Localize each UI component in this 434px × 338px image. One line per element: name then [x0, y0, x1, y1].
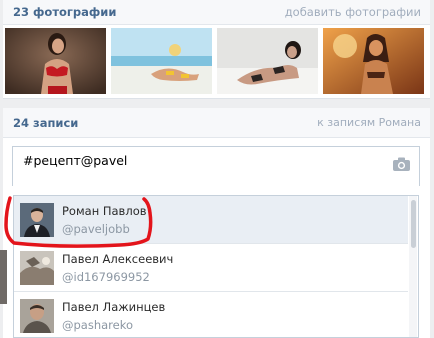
avatar: [20, 299, 54, 333]
post-input-field[interactable]: #рецепт@pavel: [12, 146, 420, 186]
camera-icon[interactable]: [393, 156, 410, 171]
background-image-edge: [0, 250, 7, 304]
mention-suggestion-3[interactable]: Павел Лажинцев @pashareko: [14, 292, 408, 337]
avatar: [20, 251, 54, 285]
dropdown-scrollbar-thumb[interactable]: [411, 200, 416, 248]
photos-count-title[interactable]: 23 фотографии: [13, 5, 116, 19]
photo-thumbnail-2[interactable]: [111, 28, 212, 94]
suggestion-name: Роман Павлов: [62, 204, 147, 218]
wall-header: 24 записи к записям Романа: [3, 108, 430, 138]
post-input-text[interactable]: #рецепт@pavel: [23, 153, 127, 168]
mention-suggestion-1[interactable]: Роман Павлов @paveljobb: [14, 196, 408, 243]
photo-thumbnails: [5, 28, 429, 94]
add-photos-link[interactable]: добавить фотографии: [285, 5, 421, 19]
suggestion-handle: @pashareko: [62, 318, 134, 332]
photo-thumbnail-4[interactable]: [323, 28, 424, 94]
photo-thumbnail-3[interactable]: [217, 28, 318, 94]
suggestion-handle: @paveljobb: [62, 222, 130, 236]
photos-block: 23 фотографии добавить фотографии: [3, 0, 430, 99]
suggestion-name: Павел Алексеевич: [62, 252, 174, 266]
suggestion-name: Павел Лажинцев: [62, 300, 166, 314]
wall-posts-count-title[interactable]: 24 записи: [13, 116, 78, 130]
avatar: [20, 203, 54, 237]
mention-suggestion-2[interactable]: Павел Алексеевич @id167969952: [14, 244, 408, 291]
photos-header: 23 фотографии добавить фотографии: [3, 0, 430, 25]
photo-thumbnail-1[interactable]: [5, 28, 106, 94]
mention-suggestions-dropdown: Роман Павлов @paveljobb Павел Алексеевич…: [13, 195, 419, 338]
to-posts-link[interactable]: к записям Романа: [317, 116, 421, 129]
suggestion-handle: @id167969952: [62, 270, 150, 284]
